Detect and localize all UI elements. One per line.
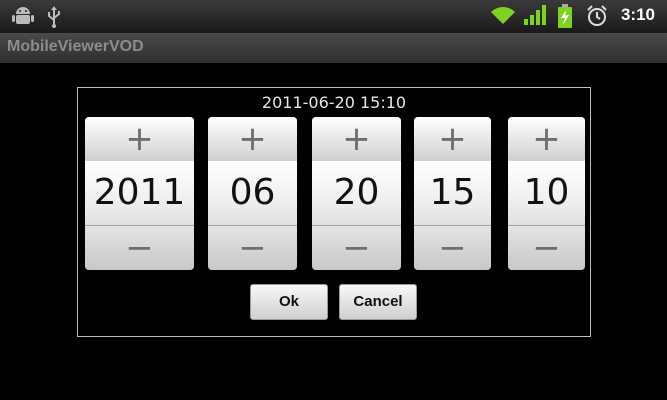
day-value[interactable]: 20 [312,161,401,225]
minute-decrement-button[interactable]: − [508,225,585,270]
hour-spinner: + 15 − [414,117,491,270]
plus-icon: + [532,119,561,159]
dialog-title: 2011-06-20 15:10 [261,93,407,112]
date-time-picker-dialog: 2011-06-20 15:10 + 2011 − + 06 − + 20 − … [77,87,591,337]
alarm-icon [586,5,608,31]
minus-icon: − [438,228,467,268]
minus-icon: − [125,228,154,268]
hour-decrement-button[interactable]: − [414,225,491,270]
ok-button[interactable]: Ok [250,284,328,320]
wifi-icon [490,5,516,29]
app-title: MobileViewerVOD [7,38,144,55]
minus-icon: − [238,228,267,268]
status-bar: 3:10 [0,0,667,33]
minute-spinner: + 10 − [508,117,585,270]
status-clock: 3:10 [620,5,655,24]
cancel-button[interactable]: Cancel [339,284,417,320]
android-debug-icon [12,6,34,30]
battery-charging-icon [558,4,572,32]
minus-icon: − [532,228,561,268]
usb-icon [46,6,62,32]
minute-increment-button[interactable]: + [508,117,585,162]
minus-icon: − [342,228,371,268]
day-decrement-button[interactable]: − [312,225,401,270]
plus-icon: + [238,119,267,159]
plus-icon: + [125,119,154,159]
hour-increment-button[interactable]: + [414,117,491,162]
plus-icon: + [342,119,371,159]
plus-icon: + [438,119,467,159]
app-title-bar: MobileViewerVOD [0,33,667,63]
month-decrement-button[interactable]: − [208,225,297,270]
hour-value[interactable]: 15 [414,161,491,225]
year-value[interactable]: 2011 [85,161,194,225]
month-value[interactable]: 06 [208,161,297,225]
signal-icon [524,5,546,29]
day-increment-button[interactable]: + [312,117,401,162]
day-spinner: + 20 − [312,117,401,270]
month-increment-button[interactable]: + [208,117,297,162]
year-spinner: + 2011 − [85,117,194,270]
month-spinner: + 06 − [208,117,297,270]
year-increment-button[interactable]: + [85,117,194,162]
year-decrement-button[interactable]: − [85,225,194,270]
minute-value[interactable]: 10 [508,161,585,225]
